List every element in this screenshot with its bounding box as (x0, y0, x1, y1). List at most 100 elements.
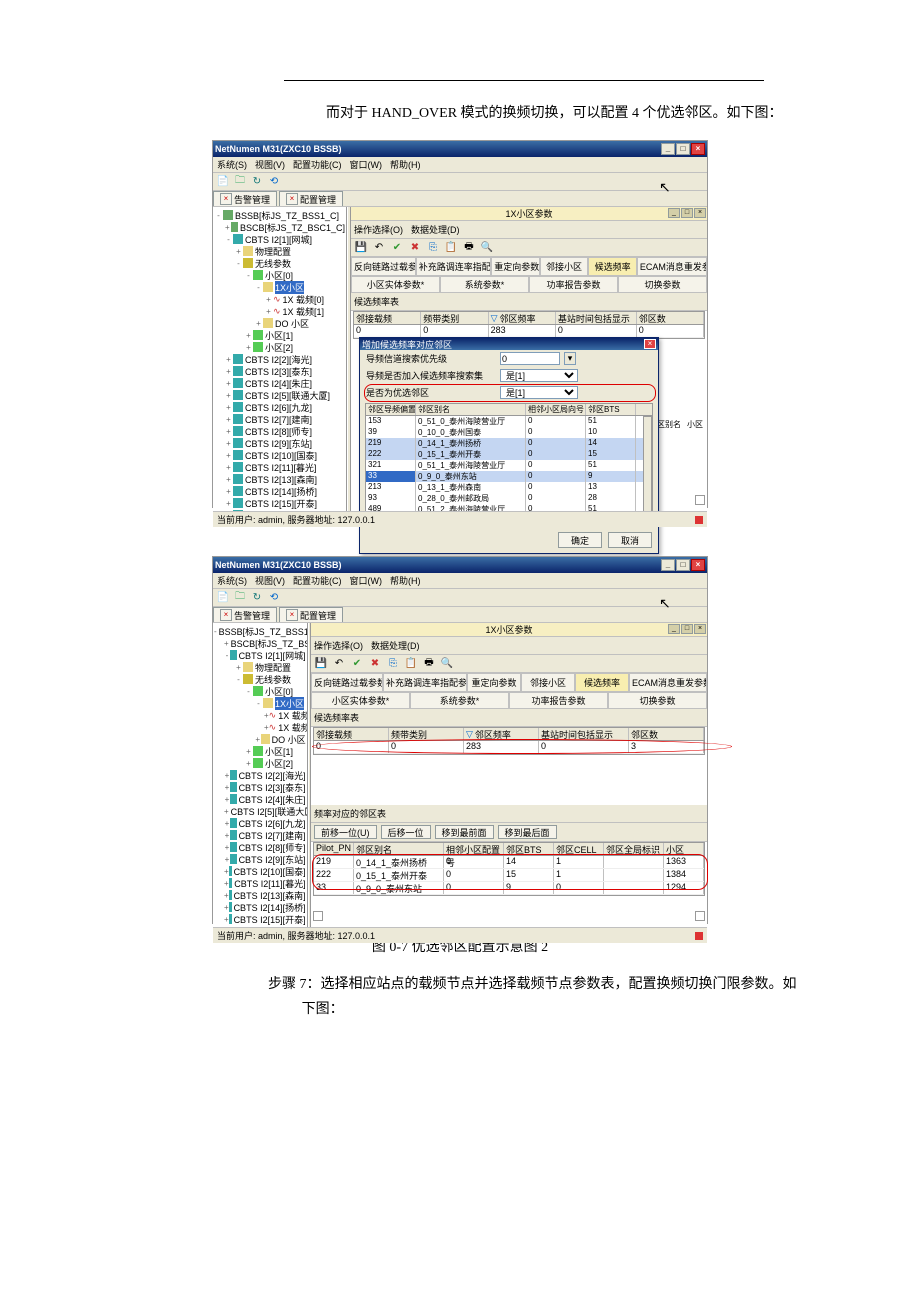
col-cfgno[interactable]: 相邻小区局向号 (526, 404, 586, 415)
table-row[interactable]: 0028303 (314, 741, 704, 754)
op-data[interactable]: 数据处理(D) (411, 223, 460, 236)
col-bts-time[interactable]: 基站时间包括显示 (539, 728, 629, 740)
col-cfgno[interactable]: 相邻小区配置号 (444, 843, 504, 855)
menu-help[interactable]: 帮助(H) (390, 158, 421, 171)
tree-cbts-sibling[interactable]: +CBTS I2[13][森南] (214, 473, 345, 485)
tree-cbts-sibling[interactable]: +CBTS I2[4][朱庄] (214, 793, 306, 805)
table-row[interactable]: 330_9_0_泰州东站09 (366, 471, 652, 482)
table-row[interactable]: 930_28_0_泰州邮政局028 (366, 493, 652, 504)
tab-close-icon[interactable]: × (286, 609, 298, 621)
col-pn-offset[interactable]: 邻区导频偏置 (366, 404, 416, 415)
table-row[interactable]: 330_9_0_泰州东站0901294 (314, 882, 704, 895)
col-cell2[interactable]: 小区 (664, 843, 704, 855)
table-row[interactable]: 2130_13_1_泰州森南013 (366, 482, 652, 493)
tree-cbts-sibling[interactable]: +CBTS I2[13][森南] (214, 889, 306, 901)
tree-cbts-sibling[interactable]: +CBTS I2[5][联通大厦] (214, 805, 306, 817)
btn-ecam[interactable]: ECAM消息重发参数表 (637, 257, 707, 276)
tree-cbts-sibling[interactable]: +CBTS I2[3][泰东] (214, 365, 345, 377)
tree-cbts-sibling[interactable]: +CBTS I2[14][扬桥] (214, 901, 306, 913)
open-icon[interactable]: 🗀 (233, 591, 247, 605)
minimize-button[interactable]: _ (661, 559, 675, 571)
btn-system[interactable]: 系统参数* (440, 276, 529, 293)
menu-window[interactable]: 窗口(W) (350, 158, 383, 171)
tab-alarm[interactable]: × 告警管理 (213, 607, 277, 622)
tree-cbts-sibling[interactable]: +CBTS I2[10][国泰] (214, 865, 306, 877)
save-icon[interactable]: 💾 (354, 241, 368, 255)
move-top-button[interactable]: 移到最前面 (435, 825, 494, 839)
panel-close-icon[interactable]: × (694, 624, 706, 634)
tree-cbts-sibling[interactable]: +CBTS I2[8][师专] (214, 841, 306, 853)
paste-icon[interactable]: 📋 (404, 657, 418, 671)
preferred-select[interactable]: 是[1] (500, 386, 578, 399)
btn-handoff[interactable]: 切换参数 (618, 276, 707, 293)
tree-cbts-sibling[interactable]: +CBTS I2[10][国泰] (214, 449, 345, 461)
btn-power[interactable]: 功率报告参数 (509, 692, 608, 709)
menu-view[interactable]: 视图(V) (255, 574, 285, 587)
btn-candfreq[interactable]: 候选频率 (575, 673, 629, 692)
col-ncount[interactable]: 邻区数 (629, 728, 704, 740)
col-pilot-pn[interactable]: Pilot_PN (314, 843, 354, 855)
priority-input[interactable] (500, 352, 560, 365)
panel-close-icon[interactable]: × (694, 208, 706, 218)
tree-cbts-sibling[interactable]: +CBTS I2[7][建南] (214, 413, 345, 425)
tree-cbts-sibling[interactable]: +CBTS I2[8][师专] (214, 425, 345, 437)
cancel-button[interactable]: 取消 (608, 532, 652, 548)
btn-neighbor[interactable]: 邻接小区 (521, 673, 575, 692)
panel-min-icon[interactable]: _ (668, 624, 680, 634)
tree-cbts-sibling[interactable]: +CBTS I2[6][九龙] (214, 401, 345, 413)
tree-cbts-sibling[interactable]: +CBTS I2[11][暮光] (214, 877, 306, 889)
btn-supp-channel[interactable]: 补充路调连率指配参数 (416, 257, 492, 276)
menu-system[interactable]: 系统(S) (217, 158, 247, 171)
tree-cbts-sibling[interactable]: +CBTS I2[11][暮光] (214, 461, 345, 473)
scroll-left-icon[interactable] (313, 911, 323, 921)
tree-cbts-sibling[interactable]: +CBTS I2[6][九龙] (214, 817, 306, 829)
accept-icon[interactable]: ✔ (390, 241, 404, 255)
move-bottom-button[interactable]: 移到最后面 (498, 825, 557, 839)
tab-close-icon[interactable]: × (220, 609, 232, 621)
tree-cbts-sibling[interactable]: +CBTS I2[7][建南] (214, 829, 306, 841)
scroll-right-icon[interactable] (695, 495, 705, 505)
scrollbar[interactable] (643, 416, 652, 525)
close-button[interactable]: × (691, 559, 705, 571)
op-select[interactable]: 操作选择(O) (314, 639, 363, 652)
back-icon[interactable]: ⟲ (267, 591, 281, 605)
btn-ecam[interactable]: ECAM消息重发参数表 (629, 673, 707, 692)
tab-config[interactable]: × 配置管理 (279, 191, 343, 206)
tree-cbts-sibling[interactable]: +CBTS I2[4][朱庄] (214, 377, 345, 389)
ok-button[interactable]: 确定 (558, 532, 602, 548)
table-row[interactable]: 2220_15_1_泰州开泰015 (366, 449, 652, 460)
col-bts-time[interactable]: 基站时间包括显示 (556, 312, 637, 324)
panel-max-icon[interactable]: □ (681, 624, 693, 634)
panel-min-icon[interactable]: _ (668, 208, 680, 218)
open-icon[interactable]: 🗀 (233, 175, 247, 189)
tree-cbts-sibling[interactable]: +CBTS I2[2][海光] (214, 769, 306, 781)
col-bts[interactable]: 邻区BTS (504, 843, 554, 855)
btn-system[interactable]: 系统参数* (410, 692, 509, 709)
refresh-icon[interactable]: ↻ (250, 175, 264, 189)
tab-config[interactable]: × 配置管理 (279, 607, 343, 622)
tree-cbts-sibling[interactable]: +CBTS I2[15][开泰] (214, 913, 306, 925)
filter-icon[interactable]: ▽ (466, 729, 473, 740)
minimize-button[interactable]: _ (661, 143, 675, 155)
tab-close-icon[interactable]: × (220, 193, 232, 205)
panel-max-icon[interactable]: □ (681, 208, 693, 218)
addset-select[interactable]: 是[1] (500, 369, 578, 382)
col-bts[interactable]: 邻区BTS (586, 404, 636, 415)
table-row[interactable]: 2190_14_1_泰州扬桥014 (366, 438, 652, 449)
accept-icon[interactable]: ✔ (350, 657, 364, 671)
print-icon[interactable]: 🖶 (422, 657, 436, 671)
col-freq[interactable]: 邻区频率 (500, 312, 536, 325)
refresh-icon[interactable]: ↻ (250, 591, 264, 605)
maximize-button[interactable]: □ (676, 559, 690, 571)
col-ncount[interactable]: 邻区数 (637, 312, 704, 324)
undo-icon[interactable]: ↶ (372, 241, 386, 255)
undo-icon[interactable]: ↶ (332, 657, 346, 671)
col-gid[interactable]: 邻区全局标识 (604, 843, 664, 855)
maximize-button[interactable]: □ (676, 143, 690, 155)
find-icon[interactable]: 🔍 (480, 241, 494, 255)
op-select[interactable]: 操作选择(O) (354, 223, 403, 236)
table-row[interactable]: 2220_15_1_泰州开泰01511384 (314, 869, 704, 882)
col-alias[interactable]: 邻区别名 (416, 404, 526, 415)
filter-icon[interactable]: ▽ (491, 313, 498, 324)
new-icon[interactable]: 📄 (216, 175, 230, 189)
